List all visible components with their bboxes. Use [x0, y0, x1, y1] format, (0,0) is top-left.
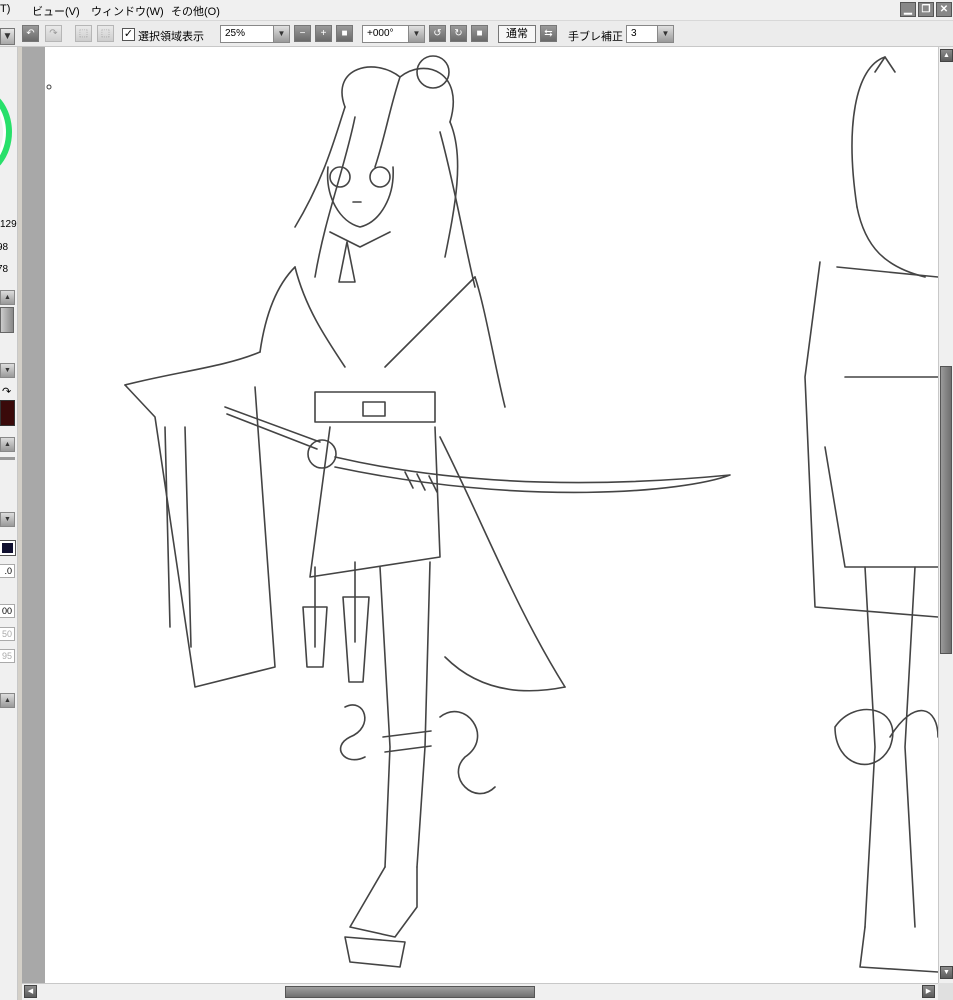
- menu-window[interactable]: ウィンドウ(W): [91, 3, 164, 19]
- rotation-value: +000°: [367, 28, 394, 39]
- sketch-drawing: [46, 55, 938, 973]
- swap-colors-icon[interactable]: ↷: [2, 385, 11, 398]
- show-selection-label: 選択領域表示: [138, 31, 204, 43]
- redo-icon[interactable]: ↷: [45, 25, 62, 42]
- vertical-scrollbar[interactable]: ▲ ▼: [938, 47, 953, 983]
- horizontal-scroll-thumb[interactable]: [285, 986, 535, 998]
- panel-scroll-thumb[interactable]: [0, 307, 14, 333]
- menu-bar: T) ビュー(V) ウィンドウ(W) その他(O) ▁ ❐ ✕: [0, 0, 953, 21]
- scroll-up-icon-2[interactable]: ▲: [0, 437, 15, 452]
- scroll-up-arrow-icon[interactable]: ▲: [940, 49, 953, 62]
- blend-mode-button[interactable]: 通常: [498, 25, 536, 43]
- horizontal-scrollbar[interactable]: ◀ ▶: [22, 983, 938, 1000]
- drawing-canvas[interactable]: [45, 47, 938, 983]
- close-icon[interactable]: ✕: [936, 2, 952, 17]
- minimize-icon[interactable]: ▁: [900, 2, 916, 17]
- scroll-down-icon-2[interactable]: ▼: [0, 512, 15, 527]
- zoom-in-icon[interactable]: +: [315, 25, 332, 42]
- scroll-left-arrow-icon[interactable]: ◀: [24, 985, 37, 998]
- vertical-scroll-thumb[interactable]: [940, 366, 952, 654]
- menu-view[interactable]: ビュー(V): [32, 3, 80, 19]
- stabilizer-value: 3: [631, 28, 637, 39]
- color-value-1: 129: [0, 219, 17, 230]
- color-value-2: 98: [0, 242, 9, 253]
- rotate-reset-icon[interactable]: ■: [471, 25, 488, 42]
- scrollbar-corner: [938, 983, 953, 1000]
- zoom-reset-icon[interactable]: ■: [336, 25, 353, 42]
- stabilizer-label: 手ブレ補正: [568, 31, 623, 43]
- chevron-down-icon: ▼: [657, 26, 673, 42]
- scroll-right-arrow-icon[interactable]: ▶: [922, 985, 935, 998]
- menu-fragment[interactable]: T): [0, 3, 10, 15]
- undo-icon[interactable]: ↶: [22, 25, 39, 42]
- zoom-value: 25%: [225, 28, 246, 39]
- brush-field-1[interactable]: .0: [0, 564, 15, 578]
- invert-selection-icon[interactable]: ⬚: [97, 25, 114, 42]
- show-selection-checkbox[interactable]: ✓: [122, 28, 135, 41]
- brush-field-4[interactable]: 95: [0, 649, 15, 663]
- zoom-select[interactable]: 25% ▼: [220, 25, 290, 43]
- scroll-down-icon[interactable]: ▼: [0, 363, 15, 378]
- left-panel: 129 98 78 ▲ ▼ ↷ ▲ ▼ .0 00 50 95 ▲: [0, 47, 18, 1000]
- brush-field-3[interactable]: 50: [0, 627, 15, 641]
- flip-horizontal-icon[interactable]: ⇆: [540, 25, 557, 42]
- deselect-icon[interactable]: ⬚: [75, 25, 92, 42]
- stabilizer-select[interactable]: 3 ▼: [626, 25, 674, 43]
- rotation-select[interactable]: +000° ▼: [362, 25, 425, 43]
- zoom-out-icon[interactable]: −: [294, 25, 311, 42]
- restore-icon[interactable]: ❐: [918, 2, 934, 17]
- panel-toggle-icon[interactable]: ▼: [0, 28, 15, 45]
- scroll-down-arrow-icon[interactable]: ▼: [940, 966, 953, 979]
- chevron-down-icon: ▼: [408, 26, 424, 42]
- rotate-left-icon[interactable]: ↺: [429, 25, 446, 42]
- scroll-up-icon-3[interactable]: ▲: [0, 693, 15, 708]
- foreground-color-swatch[interactable]: [0, 400, 15, 426]
- divider: [0, 457, 15, 460]
- chevron-down-icon: ▼: [273, 26, 289, 42]
- color-value-3: 78: [0, 264, 9, 275]
- rotate-right-icon[interactable]: ↻: [450, 25, 467, 42]
- secondary-color-swatch[interactable]: [0, 540, 16, 556]
- brush-field-2[interactable]: 00: [0, 604, 15, 618]
- color-wheel[interactable]: [0, 87, 12, 177]
- menu-other[interactable]: その他(O): [171, 3, 220, 19]
- scroll-up-icon[interactable]: ▲: [0, 290, 15, 305]
